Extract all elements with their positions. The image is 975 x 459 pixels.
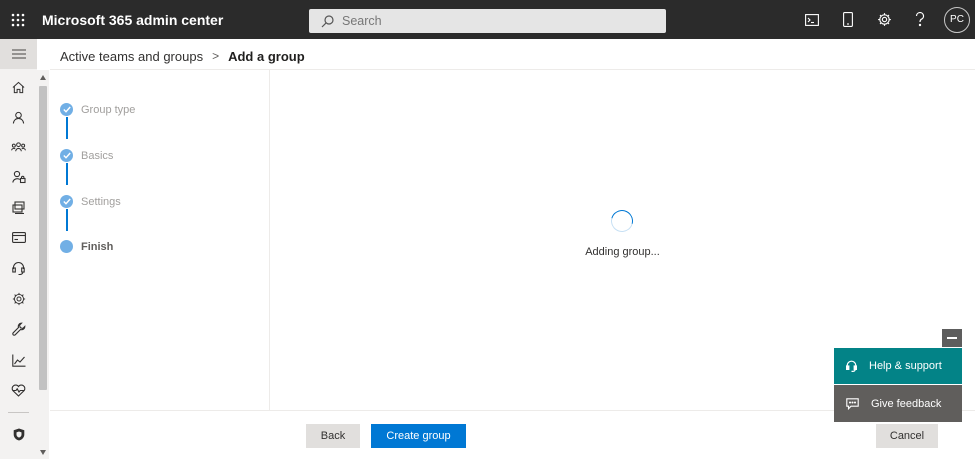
billing-icon[interactable]: [0, 222, 37, 252]
breadcrumb: Active teams and groups > Add a group: [60, 47, 305, 65]
checkmark-icon: [60, 195, 73, 208]
top-bar: Microsoft 365 admin center Search PC: [0, 0, 975, 39]
breadcrumb-current: Add a group: [228, 48, 305, 64]
app-launcher-icon[interactable]: [0, 0, 36, 39]
scroll-up-icon[interactable]: [40, 75, 46, 80]
step-label: Basics: [81, 149, 114, 162]
help-icon[interactable]: [902, 0, 938, 39]
setup-icon[interactable]: [0, 314, 37, 344]
health-icon[interactable]: [0, 375, 37, 405]
reports-icon[interactable]: [0, 345, 37, 375]
step-settings[interactable]: Settings: [60, 195, 121, 208]
help-support-label: Help & support: [869, 360, 942, 372]
cancel-button[interactable]: Cancel: [876, 424, 938, 448]
mobile-icon[interactable]: [830, 0, 866, 39]
home-icon[interactable]: [0, 72, 37, 102]
scroll-thumb[interactable]: [39, 86, 47, 390]
status-text: Adding group...: [585, 246, 660, 258]
search-input[interactable]: Search: [342, 14, 382, 28]
gear-icon[interactable]: [866, 0, 902, 39]
checkmark-icon: [60, 103, 73, 116]
wizard-steps: Group type Basics Settings Finish: [50, 70, 270, 410]
help-support-button[interactable]: Help & support: [834, 348, 962, 384]
breadcrumb-separator: >: [212, 49, 220, 63]
terminal-icon[interactable]: [794, 0, 830, 39]
scroll-down-icon[interactable]: [40, 450, 46, 455]
nav-rail: [0, 39, 37, 459]
step-connector: [66, 117, 68, 139]
breadcrumb-parent-link[interactable]: Active teams and groups: [60, 49, 203, 64]
search-icon: [321, 14, 334, 27]
step-group-type[interactable]: Group type: [60, 103, 135, 116]
resources-icon[interactable]: [0, 192, 37, 222]
step-connector: [66, 163, 68, 185]
search-box[interactable]: Search: [309, 9, 666, 33]
create-group-button[interactable]: Create group: [371, 424, 466, 448]
roles-icon[interactable]: [0, 162, 37, 192]
step-label: Finish: [81, 240, 114, 253]
feedback-icon: [846, 397, 859, 410]
step-finish[interactable]: Finish: [60, 240, 113, 253]
rail-divider: [8, 412, 29, 413]
minimize-panel-button[interactable]: [942, 329, 962, 347]
give-feedback-label: Give feedback: [871, 397, 942, 410]
app-title[interactable]: Microsoft 365 admin center: [42, 12, 223, 28]
current-step-dot: [60, 240, 73, 253]
step-label: Settings: [81, 195, 121, 208]
minus-icon: [947, 337, 957, 339]
hamburger-icon[interactable]: [0, 39, 37, 69]
nav-scrollbar[interactable]: [37, 70, 49, 459]
security-icon[interactable]: [0, 419, 37, 449]
step-label: Group type: [81, 103, 136, 116]
support-icon[interactable]: [0, 253, 37, 283]
step-basics[interactable]: Basics: [60, 149, 113, 162]
give-feedback-button[interactable]: Give feedback: [834, 385, 962, 422]
checkmark-icon: [60, 149, 73, 162]
settings-icon[interactable]: [0, 284, 37, 314]
loading-spinner: [606, 205, 638, 237]
user-icon[interactable]: [0, 102, 37, 132]
avatar[interactable]: PC: [944, 6, 970, 33]
teams-icon[interactable]: [0, 132, 37, 162]
back-button[interactable]: Back: [306, 424, 360, 448]
step-connector: [66, 209, 68, 231]
headset-icon: [846, 360, 857, 372]
